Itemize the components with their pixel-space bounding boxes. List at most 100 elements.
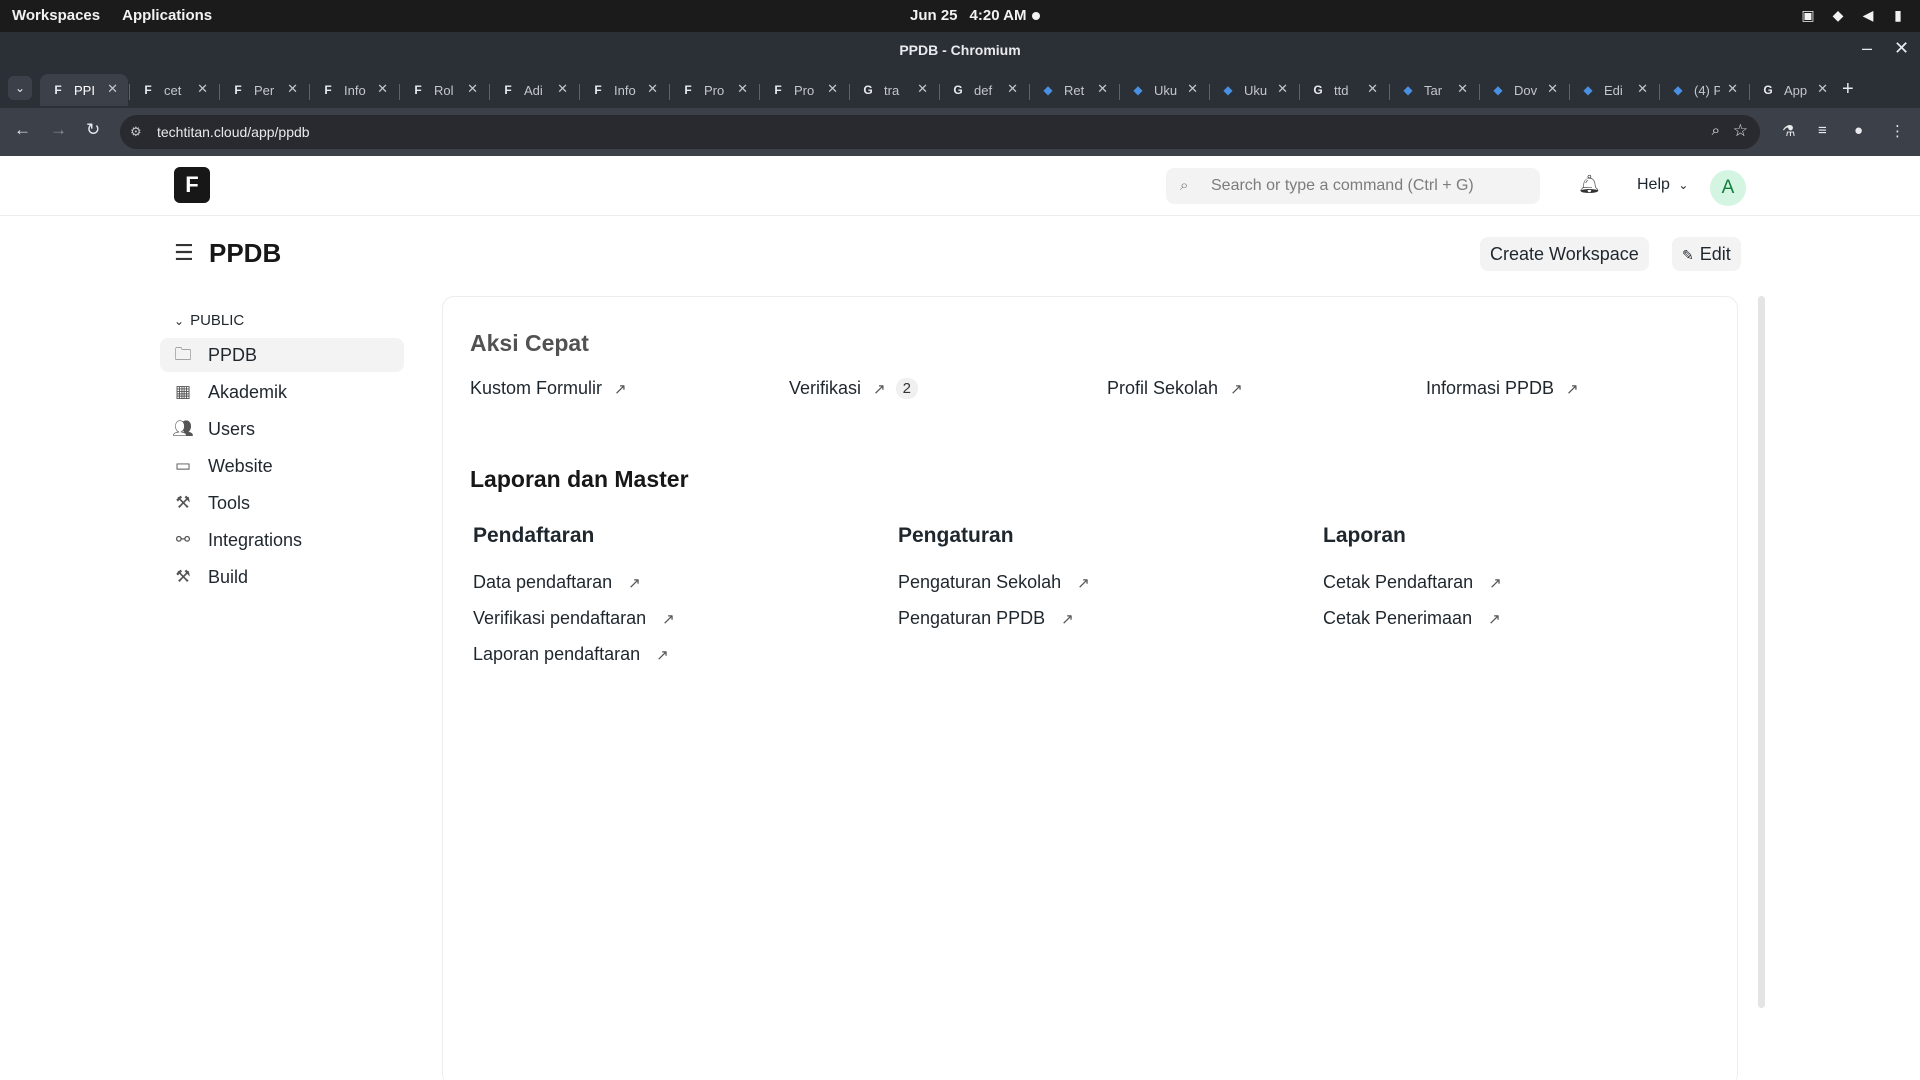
sidebar-item-ppdb[interactable]: 🗀︎ PPDB <box>160 338 404 372</box>
volume-icon[interactable]: ◀ <box>1860 7 1876 23</box>
browser-tab[interactable]: F Per ✕ <box>220 74 308 106</box>
bookmark-star-icon[interactable]: ☆ <box>1733 121 1748 141</box>
workspaces-menu[interactable]: Workspaces <box>12 7 100 24</box>
sidebar-item-users[interactable]: 👥︎ Users <box>160 412 404 446</box>
close-tab-icon[interactable]: ✕ <box>1277 81 1288 97</box>
close-tab-icon[interactable]: ✕ <box>827 81 838 97</box>
browser-tab[interactable]: F Pro ✕ <box>670 74 758 106</box>
browser-tab[interactable]: F Pro ✕ <box>760 74 848 106</box>
browser-tab[interactable]: G App pa ✕ <box>1750 74 1838 106</box>
close-tab-icon[interactable]: ✕ <box>467 81 478 97</box>
report-link[interactable]: Pengaturan PPDB ↗ <box>898 608 1074 629</box>
sidebar-item-build[interactable]: ⚒ Build <box>160 560 404 594</box>
close-tab-icon[interactable]: ✕ <box>737 81 748 97</box>
browser-menu-icon[interactable]: ⋮ <box>1890 122 1905 140</box>
sidebar-item-website[interactable]: ▭ Website <box>160 449 404 483</box>
close-tab-icon[interactable]: ✕ <box>1007 81 1018 97</box>
sidebar-item-akademik[interactable]: ▦ Akademik <box>160 375 404 409</box>
close-tab-icon[interactable]: ✕ <box>1547 81 1558 97</box>
clock[interactable]: Jun 25 4:20 AM <box>910 7 1027 24</box>
create-workspace-button[interactable]: Create Workspace <box>1480 237 1649 271</box>
browser-tab[interactable]: F PPI ✕ <box>40 74 128 106</box>
tab-label: Info <box>614 82 636 98</box>
profile-icon[interactable]: ● <box>1854 122 1863 139</box>
close-window-icon[interactable]: ✕ <box>1894 38 1909 59</box>
quick-action-link[interactable]: Profil Sekolah ↗ <box>1107 378 1243 399</box>
close-tab-icon[interactable]: ✕ <box>1097 81 1108 97</box>
tab-search-icon[interactable]: ⌄ <box>8 76 32 100</box>
battery-icon[interactable]: ▮ <box>1890 7 1906 23</box>
search-input[interactable]: ⌕ Search or type a command (Ctrl + G) <box>1166 168 1540 204</box>
external-link-icon: ↗ <box>662 610 675 628</box>
browser-tab[interactable]: ◆ (4) PAR ✕ <box>1660 74 1748 106</box>
report-link[interactable]: Laporan pendaftaran ↗ <box>473 644 669 665</box>
build-icon: ⚒ <box>175 567 191 586</box>
report-link[interactable]: Cetak Pendaftaran ↗ <box>1323 572 1502 593</box>
back-icon[interactable]: ← <box>14 120 31 140</box>
applications-menu[interactable]: Applications <box>122 7 212 24</box>
browser-tab[interactable]: Fcet ✕ <box>130 74 218 106</box>
close-tab-icon[interactable]: ✕ <box>917 81 928 97</box>
new-tab-icon[interactable]: + <box>1842 78 1854 101</box>
browser-tab[interactable]: ◆ Dov ✕ <box>1480 74 1568 106</box>
browser-tab[interactable]: ◆ Tar ✕ <box>1390 74 1478 106</box>
sidebar-item-integrations[interactable]: ⚯ Integrations <box>160 523 404 557</box>
frappe-icon: F <box>234 83 242 97</box>
close-tab-icon[interactable]: ✕ <box>1727 81 1738 97</box>
report-link[interactable]: Data pendaftaran ↗ <box>473 572 641 593</box>
zoom-icon[interactable]: ⌕ <box>1712 122 1720 139</box>
close-tab-icon[interactable]: ✕ <box>1817 81 1828 97</box>
forward-icon[interactable]: → <box>50 120 67 140</box>
browser-tab[interactable]: ◆ Ret ✕ <box>1030 74 1118 106</box>
browser-tab[interactable]: ◆ Edi ✕ <box>1570 74 1658 106</box>
site-info-icon[interactable]: ⚙ <box>130 124 142 140</box>
close-tab-icon[interactable]: ✕ <box>197 81 208 97</box>
edit-button[interactable]: ✎ Edit <box>1672 237 1741 271</box>
close-tab-icon[interactable]: ✕ <box>1187 81 1198 97</box>
quick-action-link[interactable]: Informasi PPDB ↗ <box>1426 378 1579 399</box>
close-tab-icon[interactable]: ✕ <box>1637 81 1648 97</box>
google-icon: G <box>1313 83 1323 97</box>
wifi-icon[interactable]: ◆ <box>1830 7 1846 23</box>
browser-tab[interactable]: F Info ✕ <box>580 74 668 106</box>
notification-bell-icon[interactable]: 🔔︎ <box>1578 174 1601 195</box>
close-tab-icon[interactable]: ✕ <box>557 81 568 97</box>
sidebar-item-label: Users <box>208 418 256 439</box>
report-link[interactable]: Cetak Penerimaan ↗ <box>1323 608 1501 629</box>
display-icon[interactable]: ▣ <box>1800 7 1816 23</box>
browser-tab[interactable]: ◆ Uku ✕ <box>1210 74 1298 106</box>
sidebar-toggle-icon[interactable]: ☰ <box>174 240 194 266</box>
media-controls-icon[interactable]: ≡ <box>1818 122 1827 139</box>
close-tab-icon[interactable]: ✕ <box>287 81 298 97</box>
minimize-icon[interactable]: – <box>1862 38 1872 59</box>
close-tab-icon[interactable]: ✕ <box>107 81 118 97</box>
close-tab-icon[interactable]: ✕ <box>647 81 658 97</box>
browser-tab[interactable]: Gdef ✕ <box>940 74 1028 106</box>
avatar[interactable]: A <box>1710 170 1746 206</box>
sidebar-item-tools[interactable]: ⚒ Tools <box>160 486 404 520</box>
report-link[interactable]: Verifikasi pendaftaran ↗ <box>473 608 675 629</box>
url-text[interactable]: techtitan.cloud/app/ppdb <box>157 124 310 140</box>
close-tab-icon[interactable]: ✕ <box>377 81 388 97</box>
tab-separator <box>1569 84 1570 100</box>
scrollbar[interactable] <box>1758 296 1765 1008</box>
sidebar-section-public[interactable]: ⌄ PUBLIC <box>174 312 244 329</box>
reload-icon[interactable]: ↻ <box>86 120 100 140</box>
browser-tab[interactable]: Gttd ✕ <box>1300 74 1388 106</box>
labs-icon[interactable]: ⚗ <box>1782 122 1795 140</box>
system-tray[interactable]: ▣ ◆ ◀ ▮ <box>1800 7 1906 23</box>
help-dropdown[interactable]: Help ⌄ <box>1637 176 1688 194</box>
browser-tab[interactable]: F Rol ✕ <box>400 74 488 106</box>
site-icon: ◆ <box>1223 83 1233 97</box>
browser-tab[interactable]: F Info ✕ <box>310 74 398 106</box>
close-tab-icon[interactable]: ✕ <box>1367 81 1378 97</box>
browser-tab[interactable]: ◆ Uku ✕ <box>1120 74 1208 106</box>
browser-tab[interactable]: F Adi ✕ <box>490 74 578 106</box>
address-bar[interactable]: ⚙ techtitan.cloud/app/ppdb ⌕ ☆ <box>120 115 1760 149</box>
quick-action-link[interactable]: Verifikasi ↗ 2 <box>789 378 918 399</box>
browser-tab[interactable]: Gtra ✕ <box>850 74 938 106</box>
quick-action-link[interactable]: Kustom Formulir ↗ <box>470 378 627 399</box>
app-logo[interactable]: F <box>174 167 210 203</box>
close-tab-icon[interactable]: ✕ <box>1457 81 1468 97</box>
report-link[interactable]: Pengaturan Sekolah ↗ <box>898 572 1090 593</box>
